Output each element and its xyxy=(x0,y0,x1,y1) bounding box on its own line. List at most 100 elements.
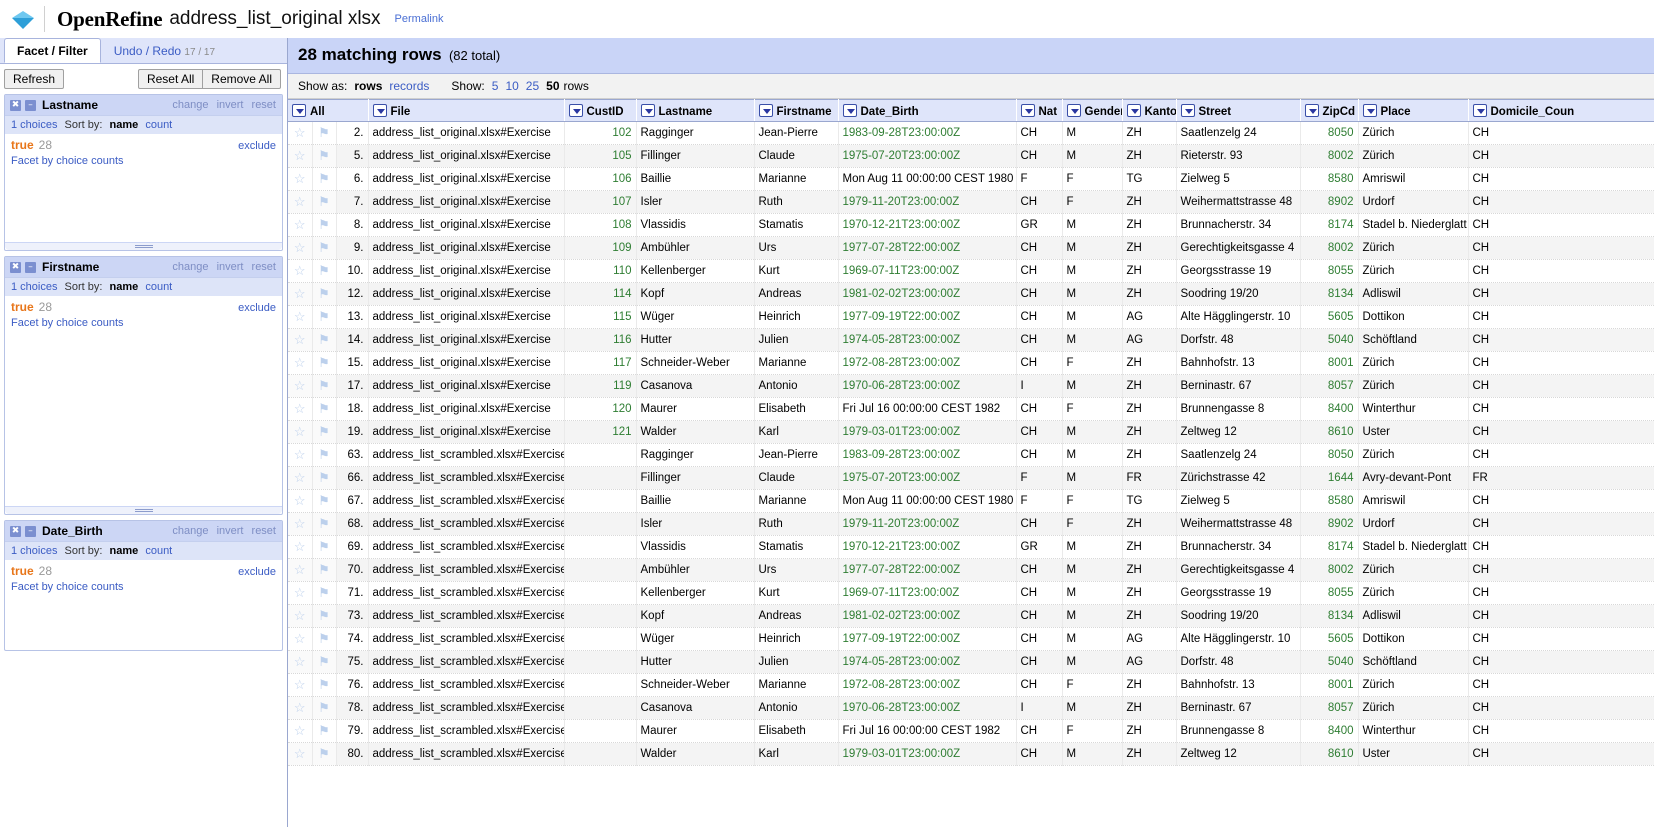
row-star-cell[interactable]: ☆ xyxy=(288,467,312,490)
cell-date-birth[interactable]: Fri Jul 16 00:00:00 CEST 1982 xyxy=(838,398,1016,421)
cell-kanton[interactable]: AG xyxy=(1122,306,1176,329)
cell-firstname[interactable]: Julien xyxy=(754,329,838,352)
table-row[interactable]: ☆⚑71.address_list_scrambled.xlsx#Exercis… xyxy=(288,582,1654,605)
cell-domicile-country[interactable]: CH xyxy=(1468,145,1654,168)
facet-reset-link[interactable]: reset xyxy=(252,99,276,111)
cell-gender[interactable]: M xyxy=(1062,444,1122,467)
minimize-icon[interactable]: – xyxy=(25,262,36,273)
cell-lastname[interactable]: Isler xyxy=(636,191,754,214)
cell-domicile-country[interactable]: CH xyxy=(1468,674,1654,697)
cell-place[interactable]: Adliswil xyxy=(1358,605,1468,628)
row-flag-cell[interactable]: ⚑ xyxy=(312,651,336,674)
star-icon[interactable]: ☆ xyxy=(294,171,306,186)
row-flag-cell[interactable]: ⚑ xyxy=(312,536,336,559)
row-star-cell[interactable]: ☆ xyxy=(288,352,312,375)
facet-by-choice-counts-link[interactable]: Facet by choice counts xyxy=(11,317,276,329)
cell-kanton[interactable]: ZH xyxy=(1122,145,1176,168)
flag-icon[interactable]: ⚑ xyxy=(318,125,330,140)
cell-kanton[interactable]: ZH xyxy=(1122,513,1176,536)
row-star-cell[interactable]: ☆ xyxy=(288,214,312,237)
tab-facet-filter[interactable]: Facet / Filter xyxy=(4,38,101,63)
row-star-cell[interactable]: ☆ xyxy=(288,536,312,559)
cell-kanton[interactable]: ZH xyxy=(1122,605,1176,628)
cell-street[interactable]: Zeltweg 12 xyxy=(1176,421,1300,444)
row-flag-cell[interactable]: ⚑ xyxy=(312,444,336,467)
table-row[interactable]: ☆⚑70.address_list_scrambled.xlsx#Exercis… xyxy=(288,559,1654,582)
row-star-cell[interactable]: ☆ xyxy=(288,145,312,168)
close-icon[interactable]: ✖ xyxy=(10,100,21,111)
star-icon[interactable]: ☆ xyxy=(294,516,306,531)
cell-zipcd[interactable]: 8174 xyxy=(1300,214,1358,237)
cell-domicile-country[interactable]: CH xyxy=(1468,168,1654,191)
row-star-cell[interactable]: ☆ xyxy=(288,398,312,421)
cell-zipcd[interactable]: 8001 xyxy=(1300,352,1358,375)
table-row[interactable]: ☆⚑63.address_list_scrambled.xlsx#Exercis… xyxy=(288,444,1654,467)
table-row[interactable]: ☆⚑10.address_list_original.xlsx#Exercise… xyxy=(288,260,1654,283)
cell-street[interactable]: Zürichstrasse 42 xyxy=(1176,467,1300,490)
cell-domicile-country[interactable]: CH xyxy=(1468,559,1654,582)
facet-resize-handle[interactable] xyxy=(5,242,282,250)
cell-kanton[interactable]: AG xyxy=(1122,329,1176,352)
star-icon[interactable]: ☆ xyxy=(294,286,306,301)
cell-lastname[interactable]: Kopf xyxy=(636,283,754,306)
cell-domicile-country[interactable]: CH xyxy=(1468,421,1654,444)
cell-date-birth[interactable]: Fri Jul 16 00:00:00 CEST 1982 xyxy=(838,720,1016,743)
cell-lastname[interactable]: Vlassidis xyxy=(636,536,754,559)
cell-nat[interactable]: CH xyxy=(1016,283,1062,306)
table-row[interactable]: ☆⚑15.address_list_original.xlsx#Exercise… xyxy=(288,352,1654,375)
cell-date-birth[interactable]: 1977-07-28T22:00:00Z xyxy=(838,559,1016,582)
table-row[interactable]: ☆⚑19.address_list_original.xlsx#Exercise… xyxy=(288,421,1654,444)
table-row[interactable]: ☆⚑73.address_list_scrambled.xlsx#Exercis… xyxy=(288,605,1654,628)
cell-firstname[interactable]: Claude xyxy=(754,145,838,168)
cell-nat[interactable]: I xyxy=(1016,375,1062,398)
cell-nat[interactable]: CH xyxy=(1016,605,1062,628)
row-star-cell[interactable]: ☆ xyxy=(288,697,312,720)
show-50-option[interactable]: 50 xyxy=(546,79,559,93)
cell-domicile-country[interactable]: CH xyxy=(1468,260,1654,283)
star-icon[interactable]: ☆ xyxy=(294,240,306,255)
star-icon[interactable]: ☆ xyxy=(294,125,306,140)
cell-kanton[interactable]: ZH xyxy=(1122,375,1176,398)
flag-icon[interactable]: ⚑ xyxy=(318,424,330,439)
flag-icon[interactable]: ⚑ xyxy=(318,746,330,761)
cell-file[interactable]: address_list_original.xlsx#Exercise xyxy=(368,329,564,352)
column-header-firstname[interactable]: Firstname xyxy=(754,100,838,122)
chevron-down-icon[interactable] xyxy=(1305,104,1319,117)
cell-nat[interactable]: CH xyxy=(1016,352,1062,375)
star-icon[interactable]: ☆ xyxy=(294,470,306,485)
cell-custid[interactable] xyxy=(564,582,636,605)
cell-kanton[interactable]: ZH xyxy=(1122,260,1176,283)
row-flag-cell[interactable]: ⚑ xyxy=(312,605,336,628)
cell-custid[interactable] xyxy=(564,628,636,651)
facet-sort-by-count[interactable]: count xyxy=(145,119,172,131)
cell-gender[interactable]: F xyxy=(1062,720,1122,743)
cell-date-birth[interactable]: 1975-07-20T23:00:00Z xyxy=(838,467,1016,490)
flag-icon[interactable]: ⚑ xyxy=(318,447,330,462)
cell-place[interactable]: Zürich xyxy=(1358,582,1468,605)
row-flag-cell[interactable]: ⚑ xyxy=(312,582,336,605)
row-star-cell[interactable]: ☆ xyxy=(288,628,312,651)
cell-street[interactable]: Bahnhofstr. 13 xyxy=(1176,352,1300,375)
cell-date-birth[interactable]: 1974-05-28T23:00:00Z xyxy=(838,329,1016,352)
cell-file[interactable]: address_list_scrambled.xlsx#Exercise xyxy=(368,605,564,628)
cell-date-birth[interactable]: Mon Aug 11 00:00:00 CEST 1980 xyxy=(838,490,1016,513)
cell-domicile-country[interactable]: CH xyxy=(1468,743,1654,766)
chevron-down-icon[interactable] xyxy=(641,104,655,117)
cell-place[interactable]: Avry-devant-Pont xyxy=(1358,467,1468,490)
cell-zipcd[interactable]: 8610 xyxy=(1300,421,1358,444)
cell-place[interactable]: Zürich xyxy=(1358,145,1468,168)
cell-lastname[interactable]: Maurer xyxy=(636,398,754,421)
facet-choices-count[interactable]: 1 choices xyxy=(11,119,57,131)
cell-file[interactable]: address_list_original.xlsx#Exercise xyxy=(368,122,564,145)
row-flag-cell[interactable]: ⚑ xyxy=(312,467,336,490)
cell-gender[interactable]: M xyxy=(1062,421,1122,444)
cell-domicile-country[interactable]: CH xyxy=(1468,605,1654,628)
cell-file[interactable]: address_list_scrambled.xlsx#Exercise xyxy=(368,743,564,766)
cell-custid[interactable]: 119 xyxy=(564,375,636,398)
cell-nat[interactable]: CH xyxy=(1016,559,1062,582)
cell-date-birth[interactable]: 1979-03-01T23:00:00Z xyxy=(838,743,1016,766)
column-header-custid[interactable]: CustID xyxy=(564,100,636,122)
row-star-cell[interactable]: ☆ xyxy=(288,582,312,605)
cell-firstname[interactable]: Karl xyxy=(754,743,838,766)
cell-custid[interactable] xyxy=(564,605,636,628)
